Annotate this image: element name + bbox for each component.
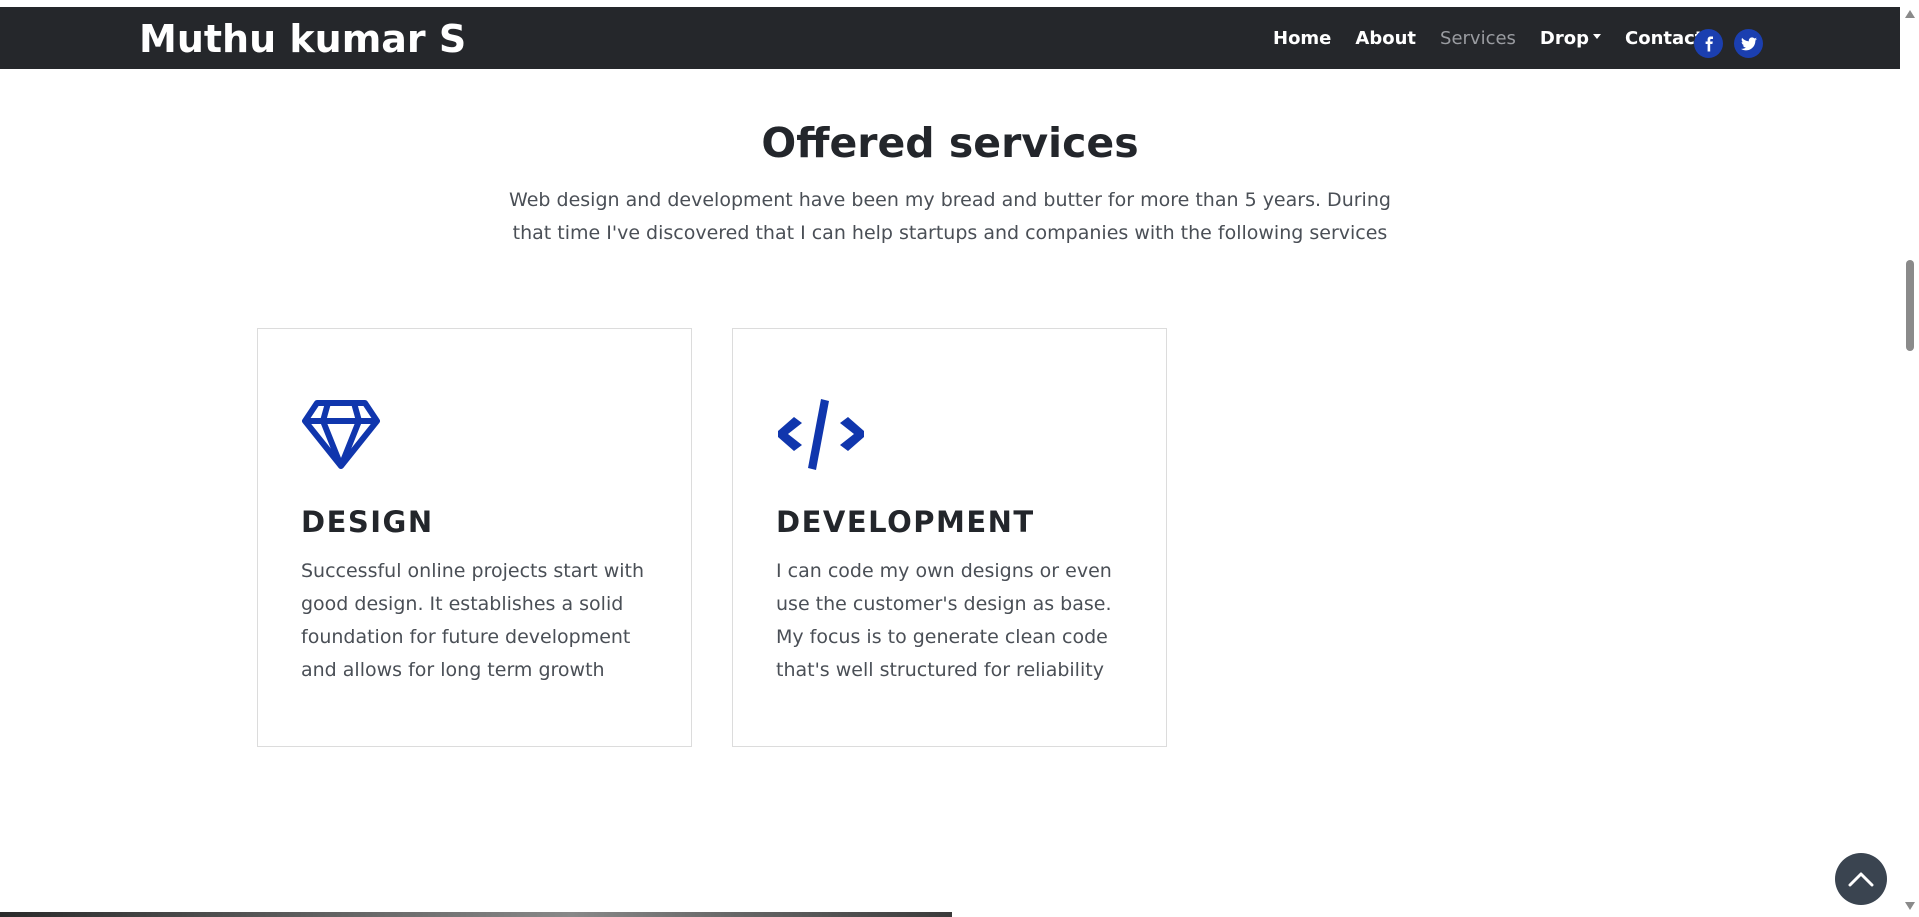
- facebook-icon: [1705, 36, 1713, 51]
- back-to-top-button[interactable]: [1835, 853, 1887, 905]
- card-title: DEVELOPMENT: [776, 505, 1035, 539]
- card-title: DESIGN: [301, 505, 434, 539]
- facebook-button[interactable]: [1694, 29, 1723, 58]
- scroll-up-arrow-icon[interactable]: [1905, 10, 1915, 18]
- scroll-thumb[interactable]: [1906, 260, 1914, 351]
- card-text: Successful online projects start with go…: [301, 560, 645, 681]
- diamond-icon: [301, 399, 381, 476]
- page: Muthu kumar S Home About Services Drop C…: [0, 0, 1919, 917]
- vertical-scrollbar[interactable]: [1900, 0, 1919, 917]
- nav-link-services[interactable]: Services: [1428, 28, 1528, 49]
- top-strip: [0, 0, 1900, 7]
- section-lead: Web design and development have been my …: [509, 189, 1391, 244]
- scroll-down-arrow-icon[interactable]: [1905, 902, 1915, 910]
- brand-logo[interactable]: Muthu kumar S: [139, 17, 466, 61]
- nav-link-about[interactable]: About: [1343, 28, 1428, 49]
- chevron-up-icon: [1848, 872, 1874, 887]
- nav-link-drop[interactable]: Drop: [1528, 28, 1613, 49]
- caret-down-icon: [1593, 34, 1601, 39]
- nav-link-drop-label: Drop: [1539, 27, 1589, 49]
- service-card-development: DEVELOPMENT I can code my own designs or…: [732, 328, 1167, 747]
- twitter-button[interactable]: [1734, 29, 1763, 58]
- service-card-design: DESIGN Successful online projects start …: [257, 328, 692, 747]
- twitter-icon: [1740, 36, 1757, 50]
- card-text: I can code my own designs or even use th…: [776, 560, 1112, 681]
- code-icon: [776, 399, 866, 476]
- nav-link-home[interactable]: Home: [1273, 28, 1343, 49]
- navbar: Muthu kumar S Home About Services Drop C…: [0, 7, 1900, 69]
- section-divider: [0, 912, 952, 917]
- nav-links: Home About Services Drop Contact: [1273, 7, 1715, 69]
- section-title: Offered services: [761, 119, 1139, 167]
